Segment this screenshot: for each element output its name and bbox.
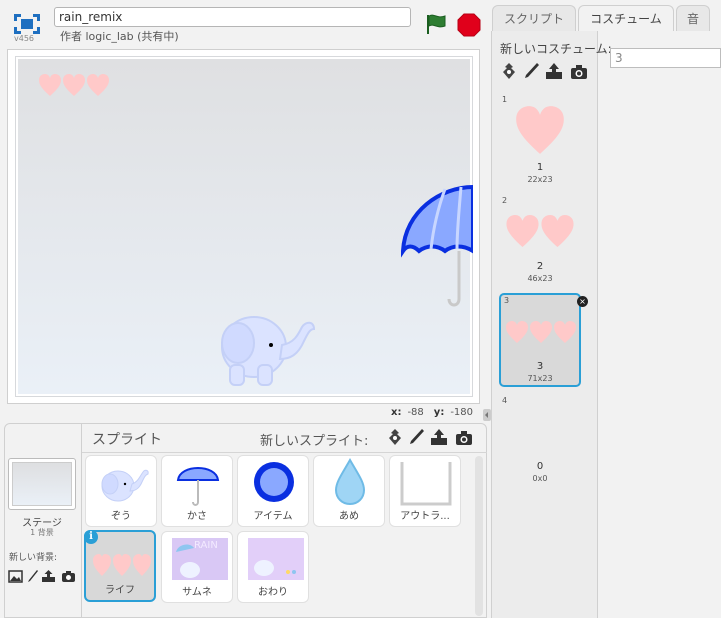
sprites-title: スプライト <box>92 432 162 448</box>
sprite-label: アウトラ... <box>400 511 450 522</box>
paint-sprite-icon[interactable] <box>407 428 425 446</box>
stop-icon[interactable] <box>457 13 481 37</box>
new-costume-label: 新しいコスチューム: <box>500 42 612 56</box>
umbrella-sprite[interactable] <box>401 181 473 311</box>
author-label: 作者 logic_lab (共有中) <box>60 30 179 43</box>
upload-backdrop-icon[interactable] <box>41 569 56 583</box>
stage-canvas[interactable] <box>15 56 473 397</box>
pane-splitter-arrow-icon[interactable] <box>483 409 491 421</box>
backdrop-image-icon[interactable] <box>8 570 23 583</box>
costume-name: 1 <box>536 162 544 173</box>
sprite-from-library-icon[interactable] <box>386 428 404 446</box>
upload-sprite-icon[interactable] <box>430 428 448 446</box>
costume-item-1[interactable]: 1 1 22x23 <box>499 94 581 188</box>
delete-costume-icon[interactable]: × <box>577 296 588 307</box>
version-label: v456 <box>14 34 35 43</box>
y-value: -180 <box>450 407 474 418</box>
costume-name: 2 <box>536 261 544 272</box>
x-value: -88 <box>407 407 424 418</box>
costume-size: 22x23 <box>527 175 553 184</box>
sprite-tile-umbrella[interactable]: かさ <box>161 455 233 527</box>
costume-size: 0x0 <box>532 474 548 483</box>
sprite-label: ぞう <box>111 511 131 522</box>
costume-size: 71x23 <box>527 374 553 383</box>
tab-scripts[interactable]: スクリプト <box>492 5 576 32</box>
costume-size: 46x23 <box>527 274 553 283</box>
paint-backdrop-icon[interactable] <box>27 569 39 583</box>
thumbnail-text: RAIN <box>194 540 218 551</box>
costume-name-input[interactable] <box>610 48 721 68</box>
sprite-label: おわり <box>258 587 288 598</box>
backdrop-count: 1 背景 <box>30 528 54 537</box>
tab-sounds[interactable]: 音 <box>676 5 710 32</box>
new-sprite-label: 新しいスプライト: <box>260 434 369 449</box>
new-backdrop-label: 新しい背景: <box>9 553 58 563</box>
stage-thumbnail[interactable] <box>8 458 76 510</box>
sprite-label: アイテム <box>253 511 293 522</box>
costume-item-2[interactable]: 2 2 46x23 <box>499 195 581 289</box>
stage[interactable] <box>7 49 480 404</box>
costume-index: 4 <box>502 396 508 405</box>
costume-index: 3 <box>504 296 510 305</box>
sprite-label: ライフ <box>105 585 135 596</box>
paint-costume-icon[interactable] <box>522 62 540 80</box>
sprite-tile-ending[interactable]: おわり <box>237 531 309 603</box>
sprite-tile-raindrop[interactable]: あめ <box>313 455 385 527</box>
costume-name: 0 <box>536 461 544 472</box>
fullscreen-icon[interactable] <box>12 12 42 36</box>
life-hearts-sprite[interactable] <box>38 73 110 99</box>
sprite-tile-thumbnail[interactable]: RAIN サムネ <box>161 531 233 603</box>
sprite-tile-elephant[interactable]: ぞう <box>85 455 157 527</box>
sprite-tile-outline[interactable]: アウトラ... <box>389 455 461 527</box>
sprite-label: かさ <box>187 511 207 522</box>
camera-backdrop-icon[interactable] <box>61 570 76 583</box>
camera-sprite-icon[interactable] <box>455 429 473 447</box>
costume-name: 3 <box>536 361 544 372</box>
project-title-input[interactable] <box>54 7 411 27</box>
elephant-sprite[interactable] <box>214 299 324 389</box>
sprite-label: サムネ <box>182 587 212 598</box>
info-icon[interactable]: i <box>84 530 98 544</box>
tab-costumes[interactable]: コスチューム <box>578 5 674 32</box>
camera-costume-icon[interactable] <box>570 63 588 81</box>
sprite-tile-item[interactable]: アイテム <box>237 455 309 527</box>
upload-costume-icon[interactable] <box>545 62 563 80</box>
y-label: y: <box>433 407 445 418</box>
costume-index: 1 <box>502 95 508 104</box>
sprite-tile-life[interactable]: i ライフ <box>84 530 156 602</box>
costume-from-library-icon[interactable] <box>500 62 518 80</box>
mouse-coordinates: x: -88 y: -180 <box>391 407 483 418</box>
x-label: x: <box>391 407 402 418</box>
green-flag-icon[interactable] <box>425 13 447 35</box>
costume-index: 2 <box>502 196 508 205</box>
sprites-scrollbar[interactable] <box>475 456 483 616</box>
costume-item-3[interactable]: 3 3 71x23 <box>499 293 581 387</box>
costume-editor <box>599 31 721 618</box>
sprite-label: あめ <box>339 511 359 522</box>
costume-item-4[interactable]: 4 0 0x0 <box>499 395 581 489</box>
